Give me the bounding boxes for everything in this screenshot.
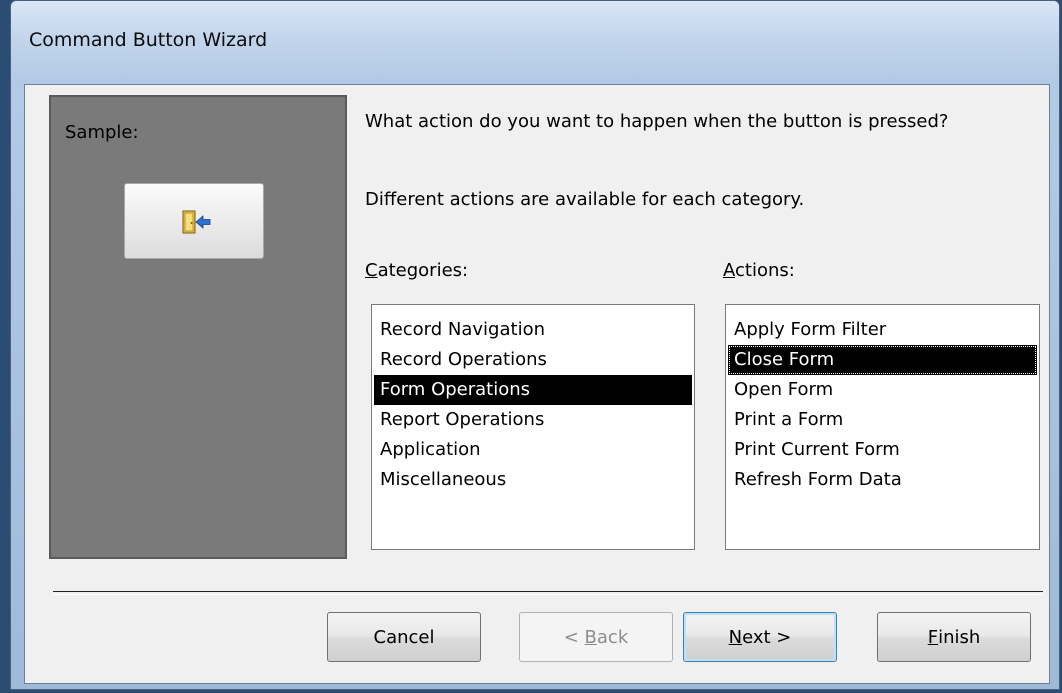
category-item-record-navigation[interactable]: Record Navigation [374, 315, 692, 345]
action-item-open-form[interactable]: Open Form [728, 375, 1037, 405]
actions-listbox[interactable]: Apply Form Filter Close Form Open Form P… [725, 304, 1040, 550]
action-item-close-form[interactable]: Close Form [728, 345, 1037, 375]
wizard-body: Sample: What action do you want to happe… [24, 84, 1050, 684]
category-item-application[interactable]: Application [374, 435, 692, 465]
categories-label-text: ategories: [377, 260, 469, 281]
wizard-window: Command Button Wizard Sample: What actio… [10, 0, 1060, 690]
wizard-note: Different actions are available for each… [365, 189, 805, 210]
wizard-question: What action do you want to happen when t… [365, 111, 949, 132]
close-form-door-icon [182, 209, 212, 239]
actions-label-text: ctions: [735, 260, 795, 281]
finish-button-label: inish [938, 626, 981, 648]
next-button-label: ext > [742, 626, 792, 648]
action-item-print-current-form[interactable]: Print Current Form [728, 435, 1037, 465]
back-button-label: ack [596, 626, 629, 648]
finish-button[interactable]: Finish [877, 612, 1031, 662]
action-item-refresh-form-data[interactable]: Refresh Form Data [728, 465, 1037, 495]
back-button-prefix: < [563, 626, 585, 648]
finish-button-mnemonic: F [927, 626, 939, 648]
next-button[interactable]: Next > [683, 612, 837, 662]
category-item-form-operations[interactable]: Form Operations [374, 375, 692, 405]
categories-label-mnemonic: C [365, 260, 378, 281]
sample-label: Sample: [65, 122, 139, 143]
next-button-mnemonic: N [728, 626, 743, 648]
category-item-miscellaneous[interactable]: Miscellaneous [374, 465, 692, 495]
category-item-record-operations[interactable]: Record Operations [374, 345, 692, 375]
window-title: Command Button Wizard [29, 29, 268, 51]
categories-listbox[interactable]: Record Navigation Record Operations Form… [371, 304, 695, 550]
button-separator [53, 591, 1043, 595]
action-item-apply-form-filter[interactable]: Apply Form Filter [728, 315, 1037, 345]
action-item-print-a-form[interactable]: Print a Form [728, 405, 1037, 435]
back-button-mnemonic: B [584, 626, 597, 648]
actions-label: Actions: [723, 260, 795, 281]
title-bar[interactable]: Command Button Wizard [11, 1, 1059, 83]
cancel-button-label: Cancel [373, 626, 435, 648]
categories-label: Categories: [365, 260, 468, 281]
sample-button-preview [124, 183, 264, 259]
sample-panel: Sample: [49, 95, 347, 559]
category-item-report-operations[interactable]: Report Operations [374, 405, 692, 435]
cancel-button[interactable]: Cancel [327, 612, 481, 662]
back-button[interactable]: < Back [519, 612, 673, 662]
actions-label-mnemonic: A [723, 260, 735, 281]
